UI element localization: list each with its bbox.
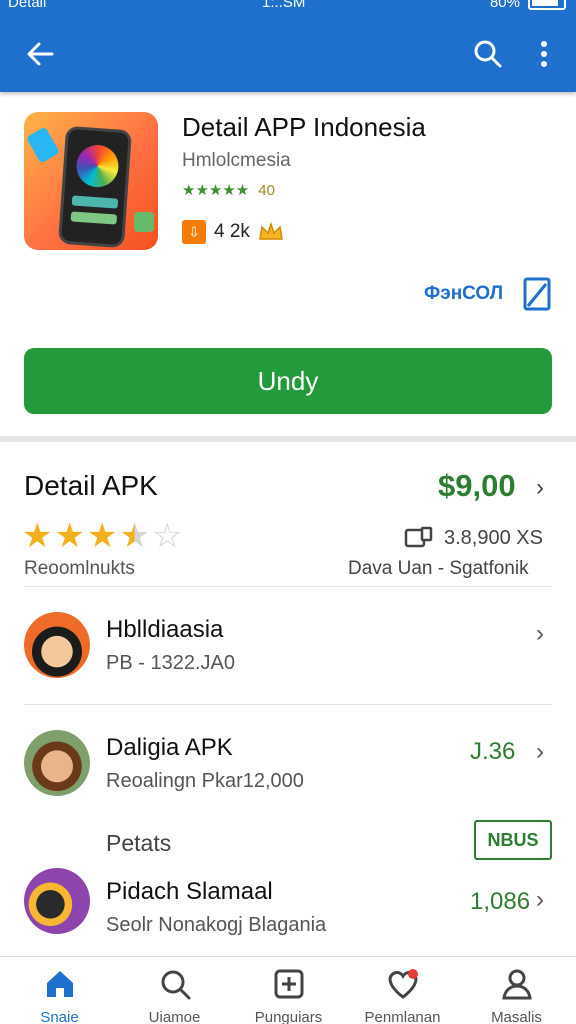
list-item-subtitle: PB - 1322.JA0: [106, 652, 235, 674]
chevron-right-icon[interactable]: ›: [536, 620, 544, 648]
app-icon-decoration: [134, 212, 154, 232]
star-icon: ★★★★★: [182, 182, 250, 199]
avatar: [24, 612, 90, 678]
wishlist-label[interactable]: ФэнСОЛ: [424, 283, 503, 305]
search-button[interactable]: [468, 34, 508, 74]
detail-sub-right: Dava Uan - Sgatfonik: [348, 558, 529, 579]
heart-icon: [387, 969, 418, 999]
avatar: [24, 868, 90, 934]
reviews-count: 3.8,900 XS: [404, 526, 543, 550]
more-vert-icon: [541, 41, 547, 67]
divider: [24, 586, 552, 587]
status-right: 80%: [490, 0, 566, 11]
back-button[interactable]: [20, 34, 60, 74]
phone-graphic: [57, 125, 133, 249]
nav-item-add[interactable]: Punguiars: [231, 967, 346, 1024]
color-wheel: [75, 143, 120, 189]
app-developer[interactable]: Hmlolcmesia: [182, 150, 291, 172]
star-icon: ★: [22, 517, 53, 555]
list-item-value: J.36: [470, 738, 516, 765]
search-icon: [161, 970, 190, 1000]
nav-item-home[interactable]: Snaie: [2, 967, 117, 1024]
chevron-right-icon[interactable]: ›: [536, 886, 544, 914]
nav-item-profile[interactable]: Masalis: [459, 967, 574, 1024]
search-icon: [474, 40, 502, 68]
home-icon: [46, 971, 73, 997]
star-icon: ★: [54, 517, 85, 555]
rating-stars: ★ ★ ★ ★ ☆: [22, 518, 182, 554]
chevron-right-icon[interactable]: ›: [536, 738, 544, 766]
crown-icon: [259, 221, 283, 240]
nav-label: Uiamoe: [148, 1009, 201, 1024]
device-icon: [404, 526, 433, 548]
install-button[interactable]: Undy: [24, 348, 552, 414]
detail-title: Detail APK: [24, 470, 158, 501]
list-item-value: 1,086: [470, 888, 531, 915]
list-item-subtitle: Reoalingn Pkar12,000: [106, 770, 304, 792]
battery-percent: 80%: [489, 0, 520, 11]
star-icon: ★: [86, 517, 118, 555]
app-downloads: ⇩ 4 2k: [182, 220, 284, 244]
profile-icon: [501, 969, 532, 1000]
chevron-right-icon[interactable]: ›: [536, 474, 544, 502]
app-icon-decoration: [25, 126, 61, 164]
status-left-text: Detail: [8, 0, 47, 11]
nav-label: Punguiars: [254, 1009, 323, 1024]
nav-label: Penmlanan: [364, 1009, 441, 1024]
nav-item-search[interactable]: Uiamoe: [117, 967, 232, 1024]
section-label: Petats: [106, 830, 172, 856]
list-item-subtitle: Seolr Nonakogj Blagania: [106, 914, 327, 936]
battery-icon: [528, 0, 566, 10]
rating-text: 40: [258, 181, 275, 199]
section-divider: [0, 436, 576, 442]
bottom-navigation: Snaie Uiamoe Punguiars Penmlanan Masalis: [0, 956, 576, 1024]
phone-bar: [70, 211, 118, 225]
phone-bar: [71, 195, 119, 209]
list-item-title[interactable]: Daligia APK: [106, 734, 233, 762]
nav-item-favorites[interactable]: Penmlanan: [345, 967, 460, 1024]
status-bar: Detail 1:..SM 80%: [0, 0, 576, 12]
arrow-left-icon: [27, 42, 54, 66]
reviews-text: 3.8,900 XS: [444, 526, 543, 549]
list-item-title[interactable]: Hblldiaasia: [106, 616, 223, 644]
avatar: [24, 730, 90, 796]
plus-square-icon: [274, 969, 303, 999]
detail-price[interactable]: $9,00: [438, 468, 516, 504]
list-item-title[interactable]: Pidach Slamaal: [106, 878, 273, 906]
status-time: 1:..SM: [262, 0, 306, 11]
app-title: Detail APP Indonesia: [182, 112, 426, 142]
star-empty-icon: ☆: [151, 517, 183, 555]
nav-label: Snaie: [40, 1009, 79, 1024]
download-icon: ⇩: [182, 220, 206, 244]
app-bar: Detail 1:..SM 80%: [0, 0, 576, 92]
app-icon: [24, 112, 158, 250]
downloads-count: 4 2k: [214, 221, 250, 242]
app-rating: ★★★★★ 40: [182, 181, 275, 200]
status-badge[interactable]: NBUS: [474, 820, 552, 860]
divider: [24, 704, 552, 705]
nav-label: Masalis: [491, 1009, 542, 1024]
detail-sub-left: Reoomlnukts: [24, 558, 135, 579]
more-options-button[interactable]: [524, 34, 564, 74]
star-half-icon: ★: [119, 517, 150, 555]
bookmark-icon[interactable]: [520, 276, 554, 312]
